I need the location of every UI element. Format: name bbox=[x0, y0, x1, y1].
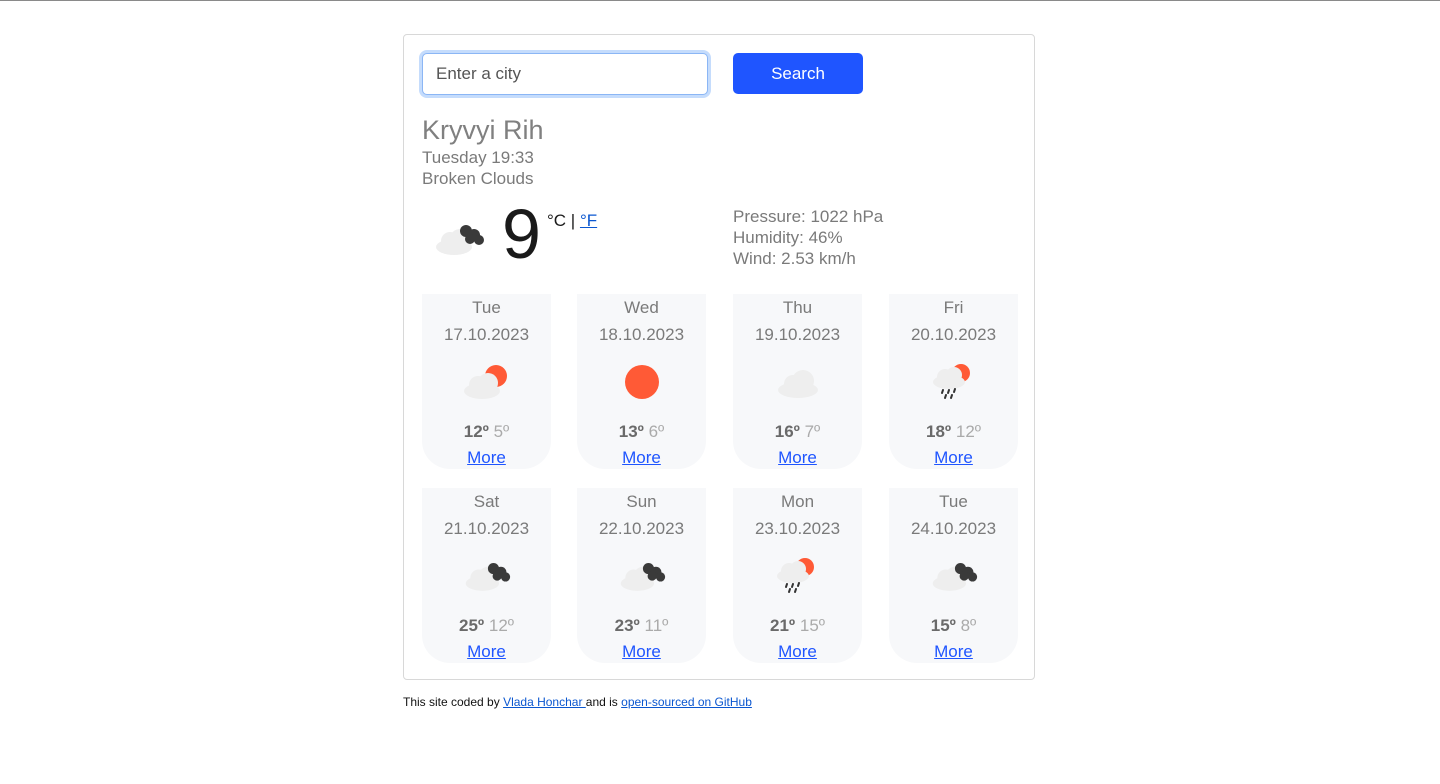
forecast-more-link[interactable]: More bbox=[422, 448, 551, 468]
forecast-temps: 12º 5º bbox=[422, 422, 551, 442]
footer: This site coded by Vlada Honchar and is … bbox=[403, 695, 752, 709]
humidity-value: Humidity: 46% bbox=[733, 228, 843, 247]
city-search-input[interactable] bbox=[422, 53, 708, 95]
forecast-temps: 21º 15º bbox=[733, 616, 862, 636]
forecast-high: 13º bbox=[618, 422, 644, 441]
author-link[interactable]: Vlada Honchar bbox=[503, 695, 586, 709]
forecast-temps: 25º 12º bbox=[422, 616, 551, 636]
forecast-more-link[interactable]: More bbox=[733, 642, 862, 662]
clear-sky-icon bbox=[617, 362, 667, 402]
forecast-date: 24.10.2023 bbox=[910, 519, 997, 538]
forecast-high: 12º bbox=[463, 422, 489, 441]
forecast-low: 7º bbox=[804, 422, 821, 441]
forecast-date: 21.10.2023 bbox=[443, 519, 530, 538]
forecast-low: 15º bbox=[799, 616, 825, 635]
forecast-date: 19.10.2023 bbox=[754, 325, 841, 344]
weather-description: Broken Clouds bbox=[422, 169, 534, 188]
forecast-grid: Tue 17.10.2023 12º 5º More Wed 18.10.202… bbox=[422, 294, 1018, 664]
forecast-day: Tue 24.10.2023 15º 8º More bbox=[889, 488, 1018, 663]
forecast-low: 5º bbox=[493, 422, 510, 441]
forecast-day: Sat 21.10.2023 25º 12º More bbox=[422, 488, 551, 663]
forecast-low: 11º bbox=[644, 616, 669, 635]
forecast-weekday: Sat bbox=[473, 492, 500, 511]
broken-clouds-icon bbox=[617, 556, 667, 596]
forecast-day: Mon 23.10.2023 21º 15º More bbox=[733, 488, 862, 663]
unit-fahrenheit-link[interactable]: °F bbox=[580, 211, 597, 230]
rain-icon bbox=[773, 556, 823, 596]
search-button[interactable]: Search bbox=[733, 53, 863, 94]
forecast-day: Wed 18.10.2023 13º 6º More bbox=[577, 294, 706, 469]
wind-value: Wind: 2.53 km/h bbox=[733, 249, 856, 268]
footer-middle: and is bbox=[585, 695, 622, 709]
forecast-day: Sun 22.10.2023 23º 11º More bbox=[577, 488, 706, 663]
forecast-temps: 13º 6º bbox=[577, 422, 706, 442]
forecast-temps: 18º 12º bbox=[889, 422, 1018, 442]
forecast-weekday: Tue bbox=[939, 492, 968, 511]
forecast-more-link[interactable]: More bbox=[577, 642, 706, 662]
unit-switcher: °C | °F bbox=[547, 211, 597, 231]
forecast-low: 12º bbox=[955, 422, 981, 441]
forecast-date: 18.10.2023 bbox=[598, 325, 685, 344]
unit-separator: | bbox=[566, 211, 580, 230]
current-datetime: Tuesday 19:33 bbox=[422, 148, 534, 167]
weather-card: Search Kryvyi Rih Tuesday 19:33 Broken C… bbox=[403, 34, 1035, 680]
forecast-weekday: Sun bbox=[626, 492, 657, 511]
forecast-date: 17.10.2023 bbox=[443, 325, 530, 344]
forecast-weekday: Tue bbox=[472, 298, 501, 317]
forecast-high: 23º bbox=[614, 616, 640, 635]
forecast-weekday: Thu bbox=[782, 298, 813, 317]
forecast-date: 23.10.2023 bbox=[754, 519, 841, 538]
forecast-more-link[interactable]: More bbox=[733, 448, 862, 468]
few-clouds-icon bbox=[462, 362, 512, 402]
forecast-temps: 16º 7º bbox=[733, 422, 862, 442]
forecast-high: 18º bbox=[926, 422, 952, 441]
forecast-high: 25º bbox=[459, 616, 485, 635]
forecast-low: 8º bbox=[960, 616, 977, 635]
unit-celsius: °C bbox=[547, 211, 567, 230]
rain-icon bbox=[929, 362, 979, 402]
forecast-day: Fri 20.10.2023 18º 12º More bbox=[889, 294, 1018, 469]
forecast-high: 21º bbox=[770, 616, 796, 635]
forecast-more-link[interactable]: More bbox=[889, 448, 1018, 468]
forecast-weekday: Mon bbox=[780, 492, 815, 511]
current-temperature: 9 bbox=[502, 195, 541, 273]
forecast-day: Tue 17.10.2023 12º 5º More bbox=[422, 294, 551, 469]
scattered-clouds-icon bbox=[773, 362, 823, 402]
forecast-high: 16º bbox=[774, 422, 800, 441]
forecast-more-link[interactable]: More bbox=[889, 642, 1018, 662]
weather-stats: Pressure: 1022 hPa Humidity: 46% Wind: 2… bbox=[733, 206, 883, 269]
forecast-date: 20.10.2023 bbox=[910, 325, 997, 344]
broken-clouds-icon bbox=[432, 219, 486, 259]
forecast-temps: 23º 11º bbox=[577, 616, 706, 636]
forecast-more-link[interactable]: More bbox=[577, 448, 706, 468]
forecast-low: 12º bbox=[488, 616, 514, 635]
forecast-more-link[interactable]: More bbox=[422, 642, 551, 662]
forecast-day: Thu 19.10.2023 16º 7º More bbox=[733, 294, 862, 469]
city-name: Kryvyi Rih bbox=[422, 115, 544, 145]
forecast-date: 22.10.2023 bbox=[598, 519, 685, 538]
forecast-temps: 15º 8º bbox=[889, 616, 1018, 636]
github-link[interactable]: open-sourced on GitHub bbox=[621, 695, 752, 709]
broken-clouds-icon bbox=[929, 556, 979, 596]
forecast-weekday: Fri bbox=[943, 298, 964, 317]
footer-prefix: This site coded by bbox=[403, 695, 504, 709]
broken-clouds-icon bbox=[462, 556, 512, 596]
pressure-value: Pressure: 1022 hPa bbox=[733, 207, 884, 226]
forecast-high: 15º bbox=[930, 616, 956, 635]
top-border bbox=[0, 0, 1440, 1]
forecast-weekday: Wed bbox=[624, 298, 659, 317]
forecast-low: 6º bbox=[648, 422, 665, 441]
